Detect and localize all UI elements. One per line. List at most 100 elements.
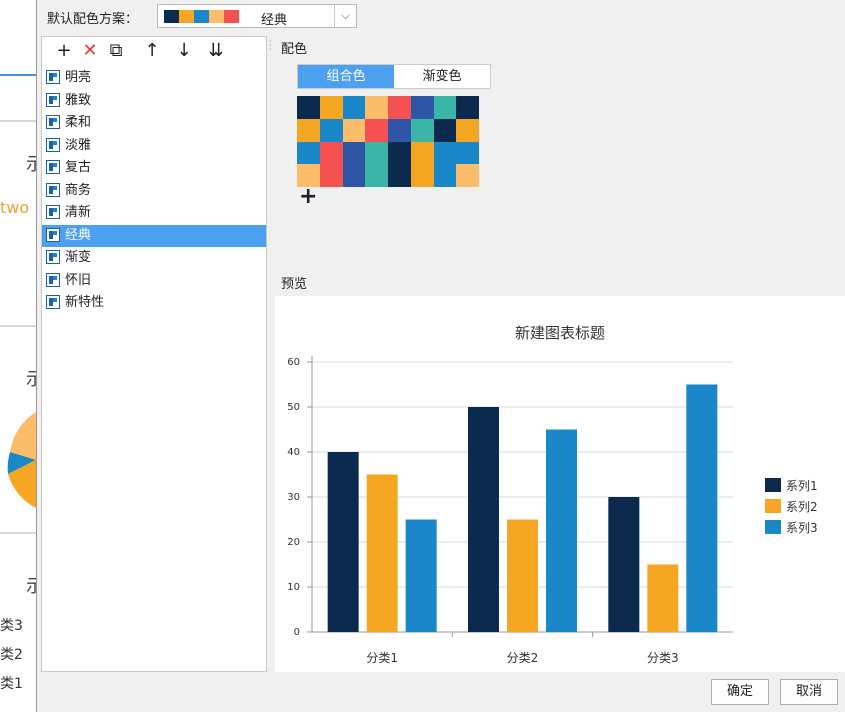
scheme-list-item-label: 渐变 [65, 250, 92, 265]
scheme-list-item-label: 明亮 [65, 70, 92, 85]
palette-color-cell[interactable] [388, 164, 411, 187]
legend-swatch [765, 499, 781, 513]
palette-color-cell[interactable] [297, 118, 320, 142]
palette-color-cell[interactable] [388, 118, 411, 142]
scheme-list-item[interactable]: 商务 [42, 180, 266, 203]
palette-color-cell[interactable] [365, 118, 388, 142]
scheme-list-item-label: 怀旧 [65, 272, 92, 288]
palette-color-cell[interactable] [410, 141, 434, 165]
palette-color-cell[interactable] [319, 96, 343, 119]
x-tick-label: 分类3 [647, 651, 679, 665]
palette-color-cell[interactable] [319, 164, 343, 187]
scheme-list-item[interactable]: 淡雅 [42, 135, 266, 158]
palette-color-cell[interactable] [342, 118, 366, 142]
scheme-list-item-label: 复古 [65, 160, 92, 175]
palette-color-cell[interactable] [319, 118, 343, 142]
move-up-icon[interactable]: ↑ [140, 39, 164, 63]
scheme-list-item[interactable]: 复古 [42, 157, 266, 180]
y-tick-label: 30 [287, 492, 300, 503]
legend-label: 系列3 [786, 521, 818, 535]
background-app: 示 two 示 示 类3 类2 类1 [0, 0, 36, 712]
color-type-tabs: 组合色 渐变色 [297, 64, 491, 89]
y-tick-label: 40 [287, 447, 300, 458]
delete-icon[interactable]: ✕ [78, 39, 102, 63]
palette-color-cell[interactable] [410, 164, 434, 187]
palette-color-cell[interactable] [388, 141, 411, 165]
palette-color-cell[interactable] [342, 141, 366, 165]
color-scheme-dialog: 默认配色方案： 经典 ⌵ + ✕ ⧉ ↑ ↓ ⇊ 明亮 雅致 柔和 淡雅 复古 商务 清新 经典 渐变 怀旧… [36, 0, 845, 712]
scheme-list-item[interactable]: 雅致 [42, 90, 266, 113]
scheme-swatch-strip [164, 10, 239, 23]
scheme-list-item-label: 清新 [65, 205, 92, 220]
scheme-list-item[interactable]: 渐变 [42, 247, 266, 270]
chart-bar [647, 564, 679, 632]
palette-color-cell[interactable] [365, 96, 388, 119]
background-divider [0, 532, 36, 534]
move-down-icon[interactable]: ↓ [172, 39, 196, 63]
background-category-label: 类3 [0, 618, 23, 634]
ok-button[interactable]: 确定 [711, 679, 769, 705]
background-category-label: 类1 [0, 676, 23, 692]
palette-color-cell[interactable] [433, 118, 457, 142]
y-tick-label: 20 [287, 537, 300, 548]
y-tick-label: 50 [287, 402, 300, 413]
legend-label: 系列1 [786, 479, 818, 493]
palette-color-cell[interactable] [410, 118, 434, 142]
add-icon[interactable]: + [52, 39, 76, 63]
palette-color-cell[interactable] [433, 96, 457, 119]
palette-color-cell[interactable] [365, 141, 388, 165]
palette-color-cell[interactable] [433, 164, 457, 187]
tab-combination-colors[interactable]: 组合色 [298, 65, 394, 88]
panel-splitter[interactable]: · · · [268, 36, 274, 672]
palette-color-cell[interactable] [297, 96, 320, 119]
default-scheme-label: 默认配色方案： [47, 12, 139, 27]
default-scheme-bar: 默认配色方案： 经典 ⌵ [37, 0, 845, 33]
scheme-icon [46, 137, 60, 152]
scheme-list-item[interactable]: 柔和 [42, 112, 266, 135]
palette-color-cell[interactable] [342, 164, 366, 187]
palette-color-cell[interactable] [456, 96, 479, 119]
scheme-swatch [209, 10, 224, 23]
scheme-icon [46, 227, 60, 242]
background-divider [0, 325, 36, 327]
palette-color-cell[interactable] [342, 96, 366, 119]
palette-color-cell[interactable] [297, 141, 320, 165]
palette-color-cell[interactable] [433, 141, 457, 165]
scheme-swatch [179, 10, 194, 23]
palette-color-cell[interactable] [456, 164, 479, 187]
x-tick-label: 分类1 [366, 651, 398, 665]
scheme-icon [46, 115, 60, 129]
scheme-list-item[interactable]: 清新 [42, 202, 266, 225]
default-scheme-select[interactable]: 经典 ⌵ [157, 4, 357, 28]
chart-title: 新建图表标题 [515, 324, 605, 342]
palette-color-cell[interactable] [365, 164, 388, 187]
legend-label: 系列2 [786, 500, 818, 514]
palette-color-cell[interactable] [410, 96, 434, 119]
scheme-icon [46, 92, 60, 107]
copy-icon[interactable]: ⧉ [104, 39, 128, 63]
palette-color-cell[interactable] [456, 118, 479, 142]
color-section-title: 配色 [281, 42, 308, 57]
background-glyph: 示 [26, 154, 36, 175]
palette-color-cell[interactable] [388, 96, 411, 119]
add-color-icon[interactable]: + [299, 184, 317, 209]
scheme-list-item[interactable]: 经典 [42, 224, 266, 247]
scheme-icon [46, 70, 60, 84]
tab-gradient-colors[interactable]: 渐变色 [394, 65, 490, 88]
chart-bar [507, 519, 538, 632]
scheme-list-item[interactable]: 明亮 [42, 67, 266, 90]
cancel-button[interactable]: 取消 [780, 679, 838, 705]
chevron-down-icon[interactable]: ⌵ [334, 5, 356, 27]
chart-bar [686, 384, 718, 632]
background-divider [0, 120, 36, 122]
palette-color-cell[interactable] [319, 141, 343, 165]
scheme-list-item[interactable]: 怀旧 [42, 270, 266, 293]
dialog-footer: 确定 取消 [37, 672, 845, 712]
background-glyph: 示 [26, 369, 36, 390]
scheme-list-item[interactable]: 新特性 [42, 292, 266, 315]
chart-bar [405, 519, 437, 632]
sort-icon[interactable]: ⇊ [204, 39, 228, 63]
palette-color-cell[interactable] [456, 141, 479, 165]
chart-bar [608, 497, 640, 632]
scheme-toolbar: + ✕ ⧉ ↑ ↓ ⇊ [42, 37, 266, 65]
